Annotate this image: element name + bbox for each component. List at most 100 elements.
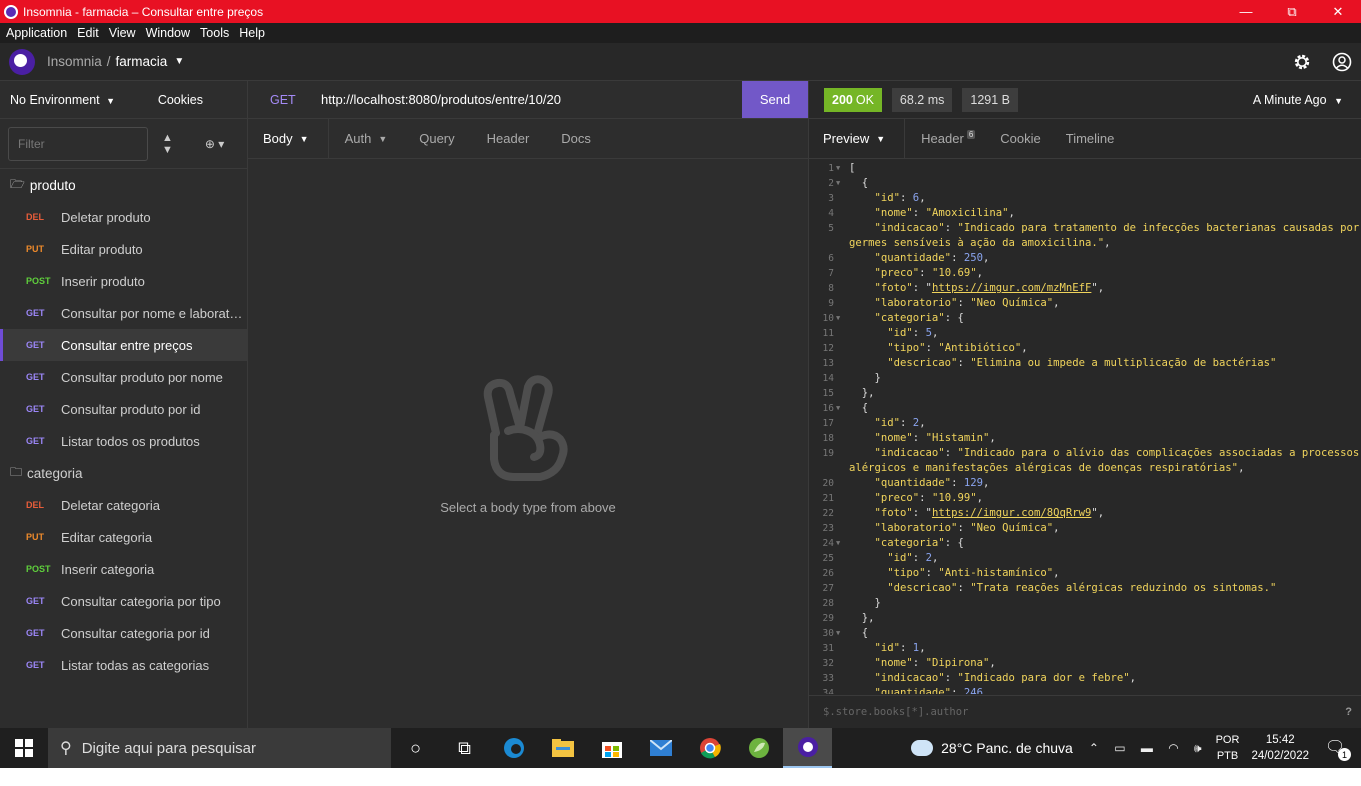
file-explorer-icon[interactable] [538, 728, 587, 768]
method-badge: DEL [26, 212, 44, 222]
request-listar-categorias[interactable]: GET Listar todas as categorias [0, 649, 247, 681]
request-listar-produtos[interactable]: GET Listar todos os produtos [0, 425, 247, 457]
tab-cookie[interactable]: Cookie [1000, 119, 1065, 159]
status-code: 200 [832, 92, 853, 107]
insomnia-taskbar-icon[interactable] [783, 728, 832, 768]
help-question-icon[interactable]: ? [1345, 706, 1352, 718]
status-text: OK [855, 92, 874, 107]
request-consultar-nome-laboratorio[interactable]: GET Consultar por nome e laboratório [0, 297, 247, 329]
windows-start-icon[interactable] [0, 728, 48, 768]
close-button[interactable]: ✕ [1315, 0, 1361, 23]
minimize-button[interactable]: — [1223, 0, 1269, 23]
breadcrumb-workspace[interactable]: farmacia [116, 54, 168, 69]
task-view-icon[interactable]: ⧉ [440, 728, 489, 768]
request-consultar-categoria-tipo[interactable]: GET Consultar categoria por tipo [0, 585, 247, 617]
tab-auth-label: Auth [344, 131, 372, 146]
mail-icon[interactable] [636, 728, 685, 768]
request-consultar-categoria-id[interactable]: GET Consultar categoria por id [0, 617, 247, 649]
menu-edit[interactable]: Edit [77, 26, 99, 40]
add-plus-circle-icon[interactable]: ⊕ ▾ [205, 137, 224, 151]
request-pane: GET http://localhost:8080/produtos/entre… [248, 81, 808, 728]
response-when: A Minute Ago [1252, 92, 1327, 107]
request-editar-produto[interactable]: PUT Editar produto [0, 233, 247, 265]
menu-application[interactable]: Application [6, 26, 67, 40]
cookies-button[interactable]: Cookies [158, 93, 203, 107]
request-editar-categoria[interactable]: PUT Editar categoria [0, 521, 247, 553]
folder-produto[interactable]: 🗁 produto [0, 169, 247, 201]
send-button[interactable]: Send [742, 81, 808, 118]
weather-cloud-icon [911, 740, 934, 756]
response-filter-placeholder: $.store.books[*].author [823, 706, 969, 718]
tab-timeline[interactable]: Timeline [1066, 119, 1140, 159]
maximize-button[interactable]: ⧉ [1269, 0, 1315, 23]
tab-header[interactable]: Header [471, 119, 546, 159]
settings-gear-icon[interactable] [1289, 49, 1315, 75]
sidebar: No Environment ▼ Cookies ▲▼ ⊕ ▾ 🗁 produt… [0, 81, 248, 728]
cortana-circle-icon[interactable]: ○ [391, 728, 440, 768]
edge-browser-icon[interactable] [489, 728, 538, 768]
notifications-icon[interactable]: 🗨 1 [1325, 737, 1351, 761]
taskbar-clock[interactable]: 15:42 24/02/2022 [1251, 732, 1309, 764]
breadcrumb-app[interactable]: Insomnia [47, 54, 102, 69]
clock-date: 24/02/2022 [1251, 750, 1309, 762]
tray-icons[interactable]: ⌃ ▭ ▬ ◠ 🕪 [1089, 741, 1208, 756]
sidebar-filter-input[interactable] [8, 126, 148, 161]
window-title: Insomnia - farmacia – Consultar entre pr… [23, 4, 264, 19]
method-badge: GET [26, 308, 45, 318]
weather-text: 28°C Panc. de chuva [941, 740, 1073, 756]
chevron-down-icon: ▼ [299, 133, 309, 144]
request-deletar-categoria[interactable]: DEL Deletar categoria [0, 489, 247, 521]
tab-body[interactable]: Body ▼ [248, 118, 329, 159]
tab-query[interactable]: Query [403, 119, 470, 159]
menu-view[interactable]: View [109, 26, 136, 40]
menu-bar: Application Edit View Window Tools Help [0, 23, 1361, 43]
response-json-viewer[interactable]: 1 ▼[ 2 ▼ { 3 "id": 6, 4 "nome": "Amoxicili… [809, 161, 1361, 694]
environment-selector[interactable]: No Environment ▼ [10, 93, 115, 107]
menu-tools[interactable]: Tools [200, 26, 229, 40]
breadcrumb-separator: / [106, 54, 111, 69]
request-inserir-categoria[interactable]: POST Inserir categoria [0, 553, 247, 585]
request-inserir-produto[interactable]: POST Inserir produto [0, 265, 247, 297]
request-label: Consultar produto por id [61, 401, 201, 417]
menu-help[interactable]: Help [239, 26, 265, 40]
method-badge: GET [26, 436, 45, 446]
response-history-dropdown[interactable]: A Minute Ago ▼ [1253, 93, 1343, 107]
request-label: Consultar entre preços [61, 337, 193, 353]
request-deletar-produto[interactable]: DEL Deletar produto [0, 201, 247, 233]
folder-categoria[interactable]: 🗀 categoria [0, 457, 247, 489]
method-selector[interactable]: GET [270, 93, 321, 107]
lang-top: POR [1215, 734, 1240, 746]
method-badge: GET [26, 628, 45, 638]
request-label: Consultar categoria por tipo [61, 593, 221, 609]
tab-docs[interactable]: Docs [545, 119, 607, 159]
microsoft-store-icon[interactable] [587, 728, 636, 768]
input-language-indicator[interactable]: POR PTB [1216, 732, 1240, 764]
method-badge: PUT [26, 244, 44, 254]
insomnia-logo-icon[interactable] [9, 48, 35, 75]
status-badge: 200 OK [824, 87, 882, 112]
taskbar-search-box[interactable]: ⚲ Digite aqui para pesquisar [48, 728, 391, 768]
request-consultar-produto-nome[interactable]: GET Consultar produto por nome [0, 361, 247, 393]
sort-icon[interactable]: ▲ ▼ [162, 132, 173, 156]
request-label: Consultar categoria por id [61, 625, 210, 641]
chevron-down-icon: ▼ [1334, 95, 1343, 106]
request-label: Editar categoria [61, 529, 153, 545]
tab-preview[interactable]: Preview ▼ [809, 118, 906, 159]
workspace-dropdown-icon[interactable]: ▼ [174, 56, 184, 67]
menu-window[interactable]: Window [146, 26, 190, 40]
chrome-browser-icon[interactable] [685, 728, 734, 768]
method-badge: GET [26, 596, 45, 606]
tab-body-label: Body [263, 131, 293, 146]
weather-widget[interactable]: 28°C Panc. de chuva [911, 740, 1073, 756]
folder-closed-icon: 🗀 [10, 464, 23, 479]
request-consultar-entre-precos[interactable]: GET Consultar entre preços [0, 329, 247, 361]
account-user-icon[interactable] [1329, 49, 1355, 75]
response-filter-input[interactable]: $.store.books[*].author ? [809, 695, 1361, 728]
url-input[interactable]: http://localhost:8080/produtos/entre/10/… [321, 92, 742, 107]
request-consultar-produto-id[interactable]: GET Consultar produto por id [0, 393, 247, 425]
spring-tool-suite-icon[interactable] [734, 728, 783, 768]
response-time-badge: 68.2 ms [891, 87, 953, 112]
tab-response-header[interactable]: Header 6 [921, 119, 1000, 159]
tab-auth[interactable]: Auth ▼ [329, 119, 404, 159]
notification-count: 1 [1338, 748, 1351, 761]
